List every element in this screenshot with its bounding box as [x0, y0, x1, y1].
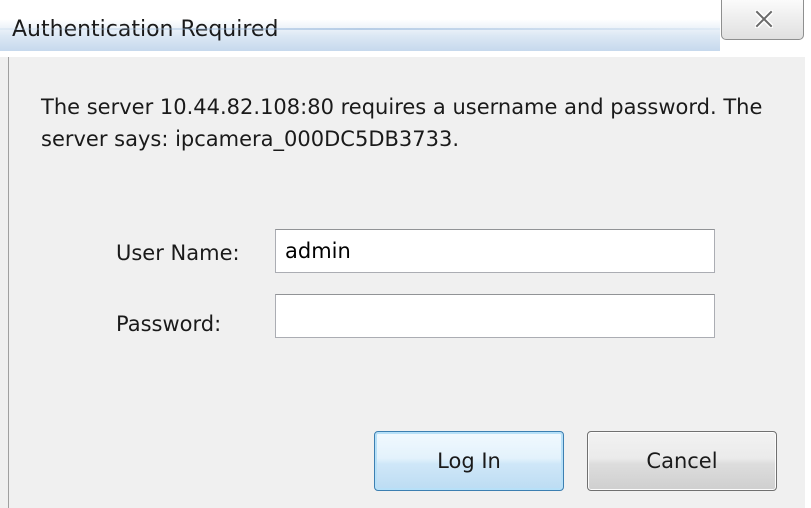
- close-button[interactable]: [721, 0, 804, 40]
- title-strip: Authentication Required: [0, 0, 720, 51]
- login-button[interactable]: Log In: [374, 431, 564, 491]
- auth-message: The server 10.44.82.108:80 requires a us…: [41, 95, 763, 151]
- password-label: Password:: [116, 312, 222, 336]
- dialog-content: The server 10.44.82.108:80 requires a us…: [8, 57, 805, 508]
- cancel-button[interactable]: Cancel: [587, 431, 777, 491]
- window-frame-right: [804, 0, 811, 508]
- window-title: Authentication Required: [12, 17, 279, 42]
- title-bar: Authentication Required: [0, 0, 811, 57]
- username-label: User Name:: [116, 241, 240, 265]
- username-input[interactable]: [275, 229, 715, 273]
- auth-dialog: Authentication Required The server 10.44…: [0, 0, 811, 508]
- close-x-icon: [755, 10, 773, 28]
- password-input[interactable]: [275, 294, 715, 338]
